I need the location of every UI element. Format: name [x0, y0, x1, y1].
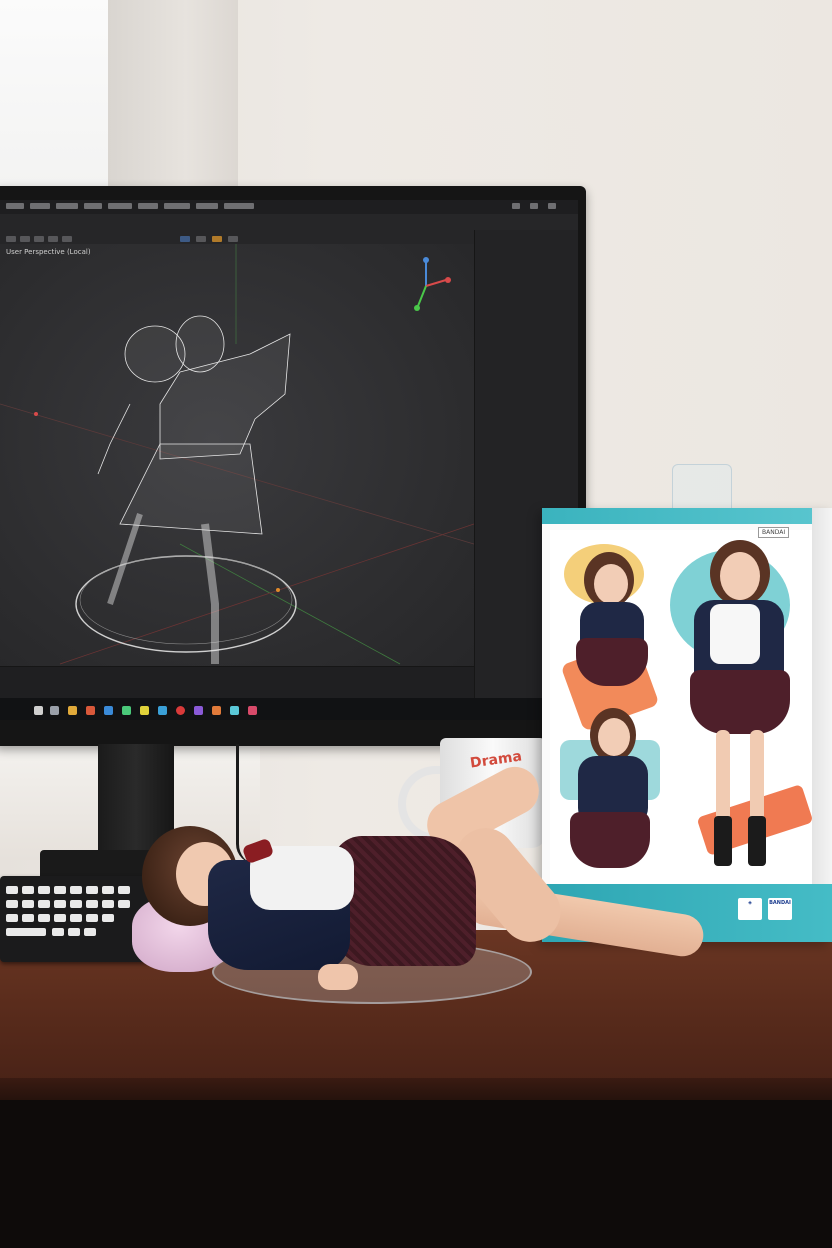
character-sock	[714, 816, 732, 866]
menu-item[interactable]	[164, 203, 190, 209]
desk-edge	[0, 1078, 832, 1102]
character-skirt	[570, 812, 650, 868]
app-icon[interactable]	[122, 706, 131, 715]
maximize-icon[interactable]	[530, 203, 538, 209]
app-icon[interactable]	[158, 706, 167, 715]
app-icon[interactable]	[104, 706, 113, 715]
menu-item[interactable]	[108, 203, 132, 209]
menu-item[interactable]	[84, 203, 102, 209]
app-icon[interactable]	[86, 706, 95, 715]
object-origin-marker	[276, 588, 280, 592]
hair-wireframe	[124, 325, 186, 383]
tool-icon[interactable]	[20, 236, 30, 242]
character-face	[598, 718, 630, 756]
leg-left-wireframe	[107, 513, 143, 605]
figure-wireframe-icon	[97, 315, 291, 664]
tool-icon[interactable]	[34, 236, 44, 242]
tool-icon[interactable]	[62, 236, 72, 242]
timeline-panel[interactable]	[0, 666, 474, 699]
box-side-panel	[812, 508, 832, 942]
origin-marker	[34, 412, 38, 416]
figure-product-box: BANDAI ◈ BANDAI	[542, 508, 832, 942]
window-frame	[108, 0, 238, 190]
menu-item[interactable]	[6, 203, 24, 209]
menu-item[interactable]	[30, 203, 50, 209]
character-sock	[748, 816, 766, 866]
app-icon[interactable]	[194, 706, 203, 715]
character-skirt	[690, 670, 790, 734]
menu-item[interactable]	[138, 203, 158, 209]
brand-logo: BANDAI	[768, 898, 792, 920]
tool-icon[interactable]	[228, 236, 238, 242]
acrylic-stand-part	[672, 464, 732, 510]
search-icon[interactable]	[34, 706, 43, 715]
tool-icon[interactable]	[6, 236, 16, 242]
tool-icon[interactable]	[196, 236, 206, 242]
character-face	[720, 552, 760, 600]
3d-viewport[interactable]: User Perspective (Local)	[0, 244, 474, 678]
mode-icon[interactable]	[180, 236, 190, 242]
box-brand-tag: BANDAI	[758, 527, 790, 538]
app-icon[interactable]	[230, 706, 239, 715]
character-face	[594, 564, 628, 604]
navigation-gizmo-icon	[414, 257, 451, 311]
app-icon[interactable]	[140, 706, 149, 715]
close-icon[interactable]	[548, 203, 556, 209]
character-shirt	[710, 604, 760, 664]
figure-hand	[318, 964, 358, 990]
arm-left-wireframe	[97, 403, 131, 475]
menu-item[interactable]	[196, 203, 218, 209]
tool-icon[interactable]	[48, 236, 58, 242]
window	[0, 0, 108, 188]
monitor-screen: User Perspective (Local)	[0, 200, 578, 720]
box-art-panel	[550, 530, 820, 890]
app-icon[interactable]	[248, 706, 257, 715]
menu-item[interactable]	[56, 203, 78, 209]
wireframe-scene	[0, 244, 474, 665]
skirt-wireframe	[119, 443, 263, 535]
figure-skirt	[332, 836, 476, 966]
folder-icon[interactable]	[68, 706, 77, 715]
blender-icon[interactable]	[212, 706, 221, 715]
bird-logo-icon: ◈	[738, 898, 762, 920]
menu-item[interactable]	[224, 203, 254, 209]
character-skirt	[576, 638, 648, 686]
base-disc-wireframe	[75, 555, 297, 653]
browser-icon[interactable]	[176, 706, 185, 715]
box-top-band	[542, 508, 832, 524]
minimize-icon[interactable]	[512, 203, 520, 209]
app-menubar	[0, 200, 578, 214]
floor-shadow	[0, 1100, 832, 1248]
tool-icon[interactable]	[212, 236, 222, 242]
taskview-icon[interactable]	[50, 706, 59, 715]
